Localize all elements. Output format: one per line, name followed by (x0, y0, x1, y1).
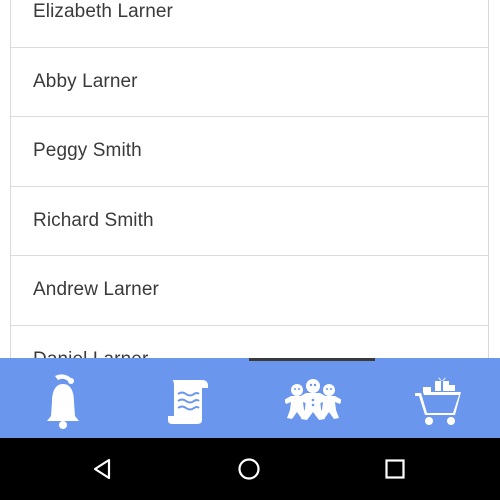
recents-square-icon (383, 457, 407, 486)
back-triangle-icon (90, 457, 114, 486)
contact-name: Elizabeth Larner (33, 1, 173, 23)
list-item[interactable]: Elizabeth Larner (11, 0, 488, 48)
list-item[interactable]: Richard Smith (11, 187, 488, 256)
contact-name: Abby Larner (33, 70, 138, 92)
home-button[interactable] (227, 449, 271, 493)
gift-cart-icon (413, 375, 463, 427)
tab-shopping[interactable] (375, 366, 500, 436)
list-item[interactable]: Peggy Smith (11, 117, 488, 187)
system-navigation-bar (0, 438, 500, 500)
contact-name: Peggy Smith (33, 140, 142, 162)
contact-list-area: Elizabeth Larner Abby Larner Peggy Smith… (0, 0, 500, 360)
tab-bell[interactable] (0, 366, 125, 436)
recents-button[interactable] (373, 449, 417, 493)
selected-tab-indicator (249, 358, 375, 361)
tab-scroll[interactable] (125, 366, 250, 436)
contact-name: Richard Smith (33, 209, 154, 231)
back-button[interactable] (80, 449, 124, 493)
scroll-icon (164, 376, 212, 426)
home-circle-icon (237, 457, 261, 486)
list-item[interactable]: Andrew Larner (11, 256, 488, 326)
list-item[interactable]: Daniel Larner (11, 326, 488, 360)
list-item[interactable]: Abby Larner (11, 48, 488, 117)
bell-icon (41, 372, 85, 430)
bottom-tab-bar (0, 358, 500, 438)
gingerbread-people-icon (284, 378, 341, 424)
contact-list: Elizabeth Larner Abby Larner Peggy Smith… (10, 0, 489, 360)
tab-gingerbread[interactable] (250, 366, 375, 436)
contact-name: Andrew Larner (33, 279, 159, 301)
